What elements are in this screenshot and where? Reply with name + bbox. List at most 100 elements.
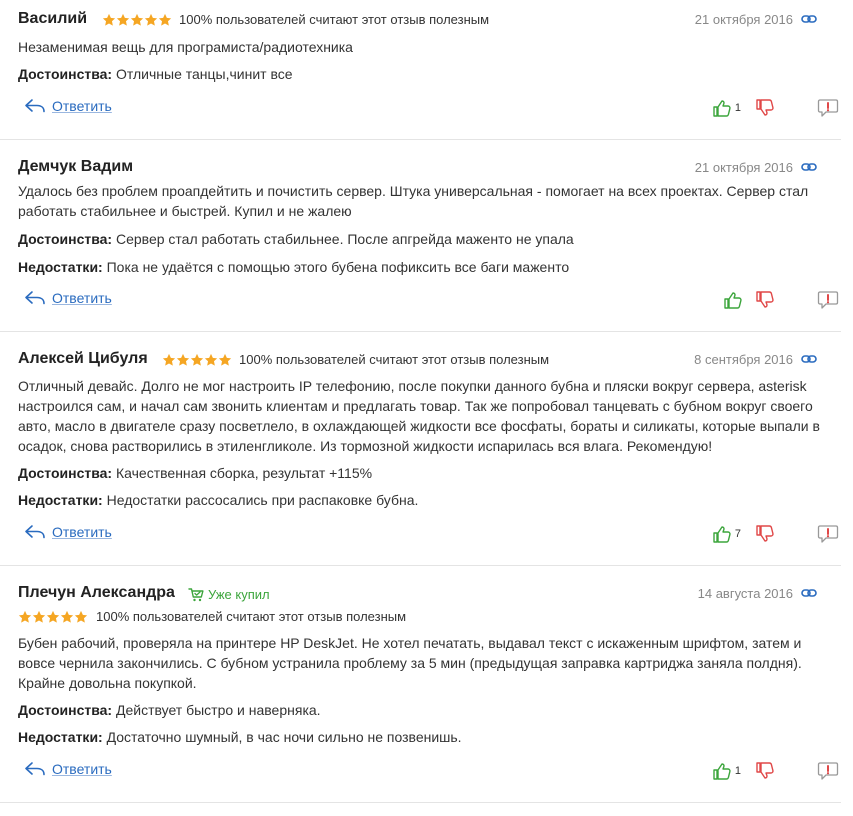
- permalink-icon[interactable]: [801, 353, 817, 365]
- review-pros: Достоинства: Качественная сборка, резуль…: [18, 463, 833, 483]
- cons-label: Недостатки:: [18, 259, 103, 275]
- reply-arrow-icon: [24, 761, 46, 777]
- star-icon: [162, 353, 176, 367]
- pros-label: Достоинства:: [18, 465, 113, 481]
- reply-arrow-icon: [24, 290, 46, 306]
- star-icon: [116, 13, 130, 27]
- reply-button[interactable]: Ответить: [24, 98, 112, 114]
- like-button[interactable]: 1: [712, 761, 741, 781]
- thumbs-down-icon[interactable]: [755, 98, 775, 118]
- rating-stars: [102, 13, 172, 27]
- review-item: Василий 100% пользователей считают этот …: [0, 0, 841, 140]
- review-cons: Недостатки: Недостатки рассосались при р…: [18, 490, 833, 510]
- reply-arrow-icon: [24, 98, 46, 114]
- review-date: 21 октября 2016: [694, 160, 793, 175]
- star-icon: [60, 610, 74, 624]
- thumbs-up-icon: [712, 761, 732, 781]
- like-count: 7: [734, 528, 741, 540]
- helpful-percentage: 100% пользователей считают этот отзыв по…: [96, 609, 407, 624]
- review-author: Алексей Цибуля: [18, 350, 148, 367]
- cons-text: Недостатки рассосались при распаковке бу…: [106, 492, 419, 508]
- cons-label: Недостатки:: [18, 729, 103, 745]
- review-actions: Ответить 1: [24, 98, 841, 118]
- like-button[interactable]: 1: [712, 98, 741, 118]
- star-icon: [176, 353, 190, 367]
- review-date: 21 октября 2016: [694, 12, 793, 27]
- star-icon: [102, 13, 116, 27]
- star-icon: [32, 610, 46, 624]
- review-text: Незаменимая вещь для програмиста/радиоте…: [18, 39, 353, 55]
- star-icon: [204, 353, 218, 367]
- thumbs-down-icon[interactable]: [755, 761, 775, 781]
- permalink-icon[interactable]: [801, 161, 817, 173]
- star-icon: [18, 610, 32, 624]
- reply-arrow-icon: [24, 524, 46, 540]
- thumbs-up-icon: [723, 290, 743, 310]
- review-item: Алексей Цибуля 100% пользователей считаю…: [0, 332, 841, 566]
- star-icon: [46, 610, 60, 624]
- star-icon: [144, 13, 158, 27]
- reply-button[interactable]: Ответить: [24, 290, 112, 306]
- pros-text: Действует быстро и наверняка.: [116, 702, 321, 718]
- reply-button[interactable]: Ответить: [24, 524, 112, 540]
- cons-label: Недостатки:: [18, 492, 103, 508]
- like-count: 1: [734, 102, 741, 114]
- reply-button[interactable]: Ответить: [24, 761, 112, 777]
- star-icon: [130, 13, 144, 27]
- review-item: Демчук Вадим 21 октября 2016 Удалось без…: [0, 140, 841, 332]
- star-icon: [74, 610, 88, 624]
- review-date: 14 августа 2016: [697, 586, 793, 601]
- star-icon: [190, 353, 204, 367]
- review-pros: Достоинства: Отличные танцы,чинит все: [18, 64, 833, 84]
- thumbs-up-icon: [712, 524, 732, 544]
- review-actions: Ответить 1: [24, 761, 841, 781]
- review-author: Плечун Александра: [18, 584, 175, 601]
- review-actions: Ответить 7: [24, 524, 841, 544]
- review-text: Бубен рабочий, проверяла на принтере HP …: [18, 635, 802, 691]
- cart-check-icon: [188, 588, 204, 602]
- review-item: Плечун Александра Уже купил 14 августа 2…: [0, 566, 841, 803]
- report-icon[interactable]: [817, 761, 839, 781]
- pros-text: Качественная сборка, результат +115%: [116, 465, 373, 481]
- rating-stars: [162, 353, 232, 367]
- purchase-label: Уже купил: [208, 587, 270, 602]
- report-icon[interactable]: [817, 290, 839, 310]
- pros-label: Достоинства:: [18, 231, 113, 247]
- review-header: Плечун Александра Уже купил 14 августа 2…: [18, 584, 817, 604]
- report-icon[interactable]: [817, 524, 839, 544]
- permalink-icon[interactable]: [801, 587, 817, 599]
- like-button[interactable]: [723, 290, 743, 310]
- review-rating-row: 100% пользователей считают этот отзыв по…: [18, 608, 817, 628]
- rating-stars: [18, 610, 88, 624]
- review-header: Демчук Вадим 21 октября 2016: [18, 158, 817, 178]
- review-actions: Ответить: [24, 290, 841, 310]
- review-header: Алексей Цибуля 100% пользователей считаю…: [18, 350, 817, 370]
- review-text: Удалось без проблем проапдейтить и почис…: [18, 183, 809, 219]
- pros-text: Сервер стал работать стабильнее. После а…: [116, 231, 574, 247]
- permalink-icon[interactable]: [801, 13, 817, 25]
- review-cons: Недостатки: Достаточно шумный, в час ноч…: [18, 727, 833, 747]
- like-button[interactable]: 7: [712, 524, 741, 544]
- cons-text: Достаточно шумный, в час ночи сильно не …: [106, 729, 462, 745]
- thumbs-down-icon[interactable]: [755, 290, 775, 310]
- helpful-percentage: 100% пользователей считают этот отзыв по…: [239, 352, 550, 367]
- review-cons: Недостатки: Пока не удаётся с помощью эт…: [18, 257, 833, 277]
- review-header: Василий 100% пользователей считают этот …: [18, 10, 817, 30]
- reply-label: Ответить: [52, 524, 112, 540]
- cons-text: Пока не удаётся с помощью этого бубена п…: [106, 259, 570, 275]
- review-author: Василий: [18, 10, 88, 27]
- thumbs-down-icon[interactable]: [755, 524, 775, 544]
- review-author: Демчук Вадим: [18, 158, 134, 175]
- thumbs-up-icon: [712, 98, 732, 118]
- star-icon: [158, 13, 172, 27]
- review-text: Отличный девайс. Долго не мог настроить …: [18, 378, 820, 454]
- star-icon: [218, 353, 232, 367]
- review-date: 8 сентября 2016: [694, 352, 793, 367]
- pros-label: Достоинства:: [18, 66, 113, 82]
- helpful-percentage: 100% пользователей считают этот отзыв по…: [179, 12, 490, 27]
- pros-label: Достоинства:: [18, 702, 113, 718]
- reply-label: Ответить: [52, 290, 112, 306]
- reply-label: Ответить: [52, 98, 112, 114]
- review-pros: Достоинства: Действует быстро и наверняк…: [18, 700, 833, 720]
- report-icon[interactable]: [817, 98, 839, 118]
